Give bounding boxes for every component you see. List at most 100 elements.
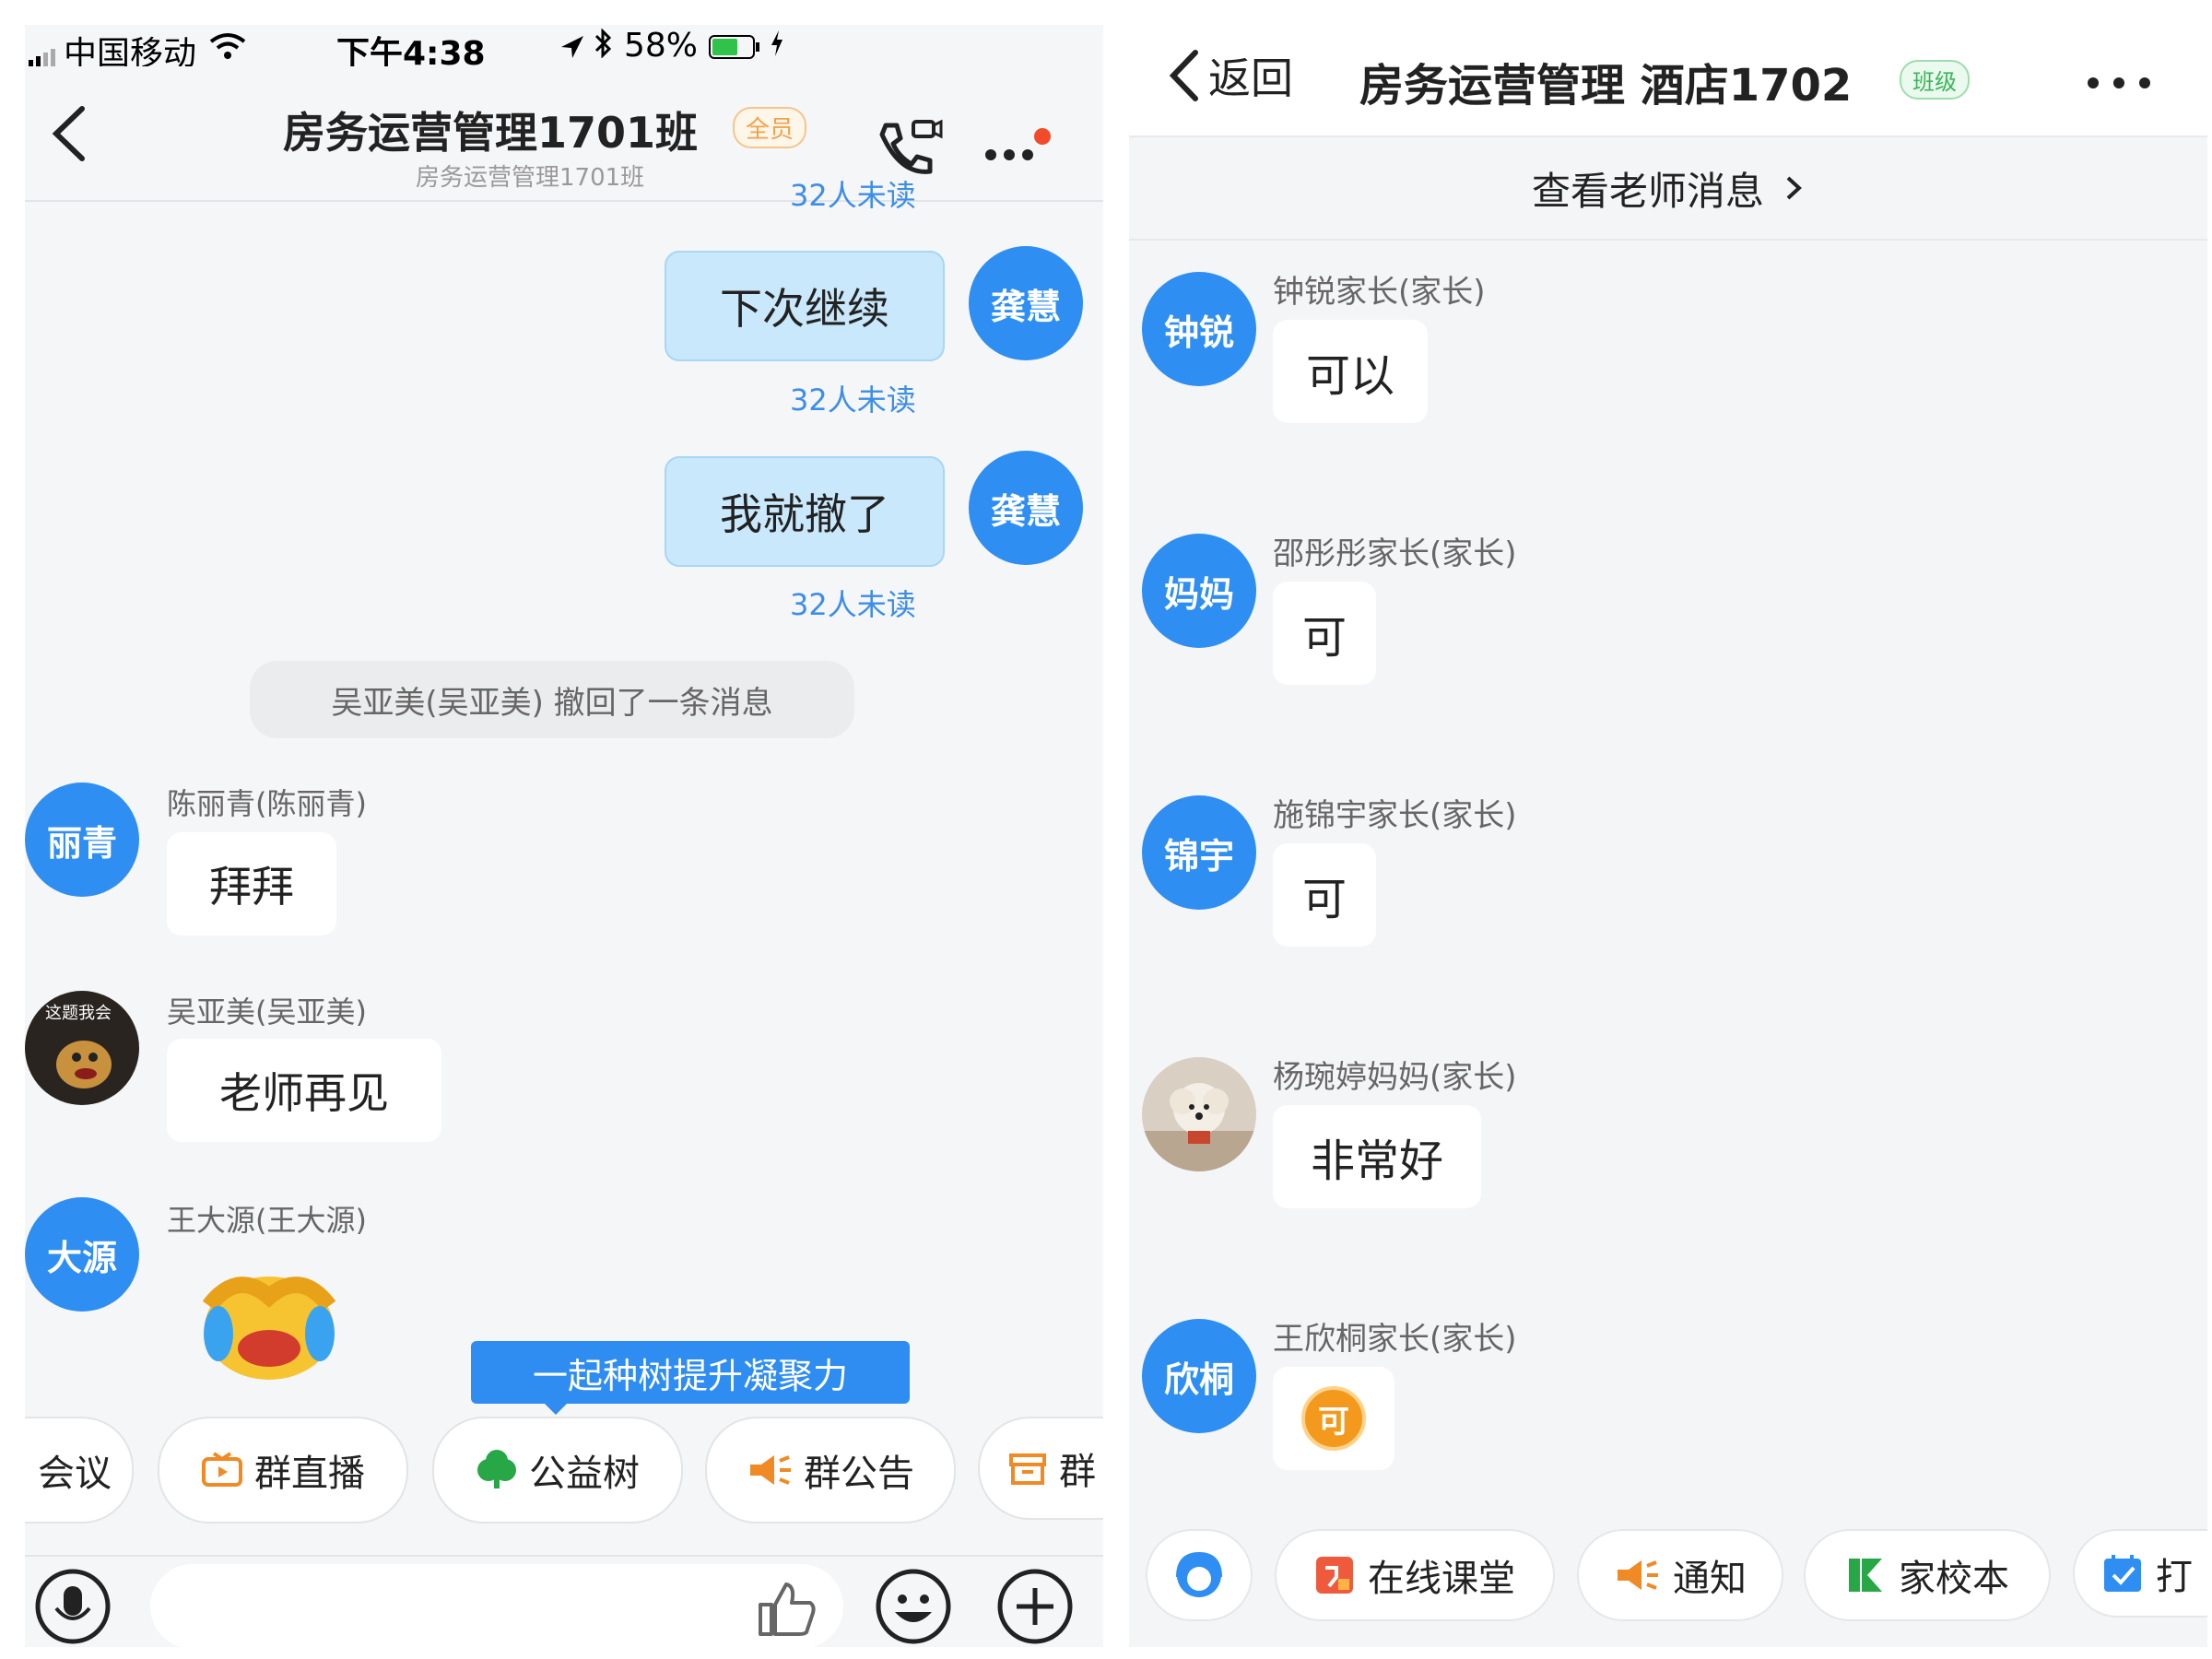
sender-avatar[interactable]: 丽青 (25, 782, 139, 897)
sender-name: 施锦宇家长(家长) (1273, 797, 1517, 834)
sender-name: 吴亚美(吴亚美) (167, 994, 367, 1030)
sender-name: 钟锐家长(家长) (1273, 274, 1486, 311)
location-icon (559, 30, 585, 68)
sender-avatar[interactable]: 大源 (25, 1197, 139, 1312)
classroom-icon (1316, 1557, 1353, 1594)
top-unread-count[interactable]: 32人未读 (790, 172, 916, 215)
recall-notice: 吴亚美(吴亚美) 撤回了一条消息 (250, 661, 854, 738)
chevron-left-icon (52, 106, 85, 161)
right-chat-screen: 返回 房务运营管理 酒店1702 班级 查看老师消息 钟锐 钟锐家长(家长) 可… (1129, 25, 2207, 1647)
tool-checkin[interactable]: 打 (2073, 1529, 2207, 1618)
class-tag: 班级 (1900, 60, 1970, 100)
sender-avatar[interactable]: 这题我会 (25, 991, 139, 1105)
tool-label: 会议 (38, 1453, 112, 1495)
tool-group-more[interactable]: 群 (978, 1417, 1103, 1520)
microphone-icon (35, 1569, 111, 1644)
page-subtitle: 房务运营管理1701班 (416, 164, 645, 192)
tool-group-live[interactable]: 群直播 (158, 1417, 408, 1524)
tool-row: 在线课堂 通知 家校本 打 (1129, 1511, 2207, 1630)
tool-label: 在线课堂 (1368, 1558, 1515, 1600)
back-button[interactable] (43, 101, 99, 170)
my-avatar[interactable]: 龚慧 (969, 246, 1083, 360)
box-icon (1009, 1453, 1046, 1485)
tool-online-classroom[interactable]: 在线课堂 (1275, 1529, 1555, 1621)
tooltip-arrow (543, 1402, 569, 1415)
tool-group-notice[interactable]: 群公告 (705, 1417, 956, 1524)
unread-count[interactable]: 32人未读 (790, 582, 916, 624)
bluetooth-icon (593, 28, 613, 66)
calendar-check-icon (2104, 1555, 2141, 1592)
assistant-button[interactable] (1146, 1529, 1253, 1621)
sender-avatar[interactable]: 欣桐 (1142, 1319, 1256, 1433)
chat-header: 房务运营管理1701班 全员 房务运营管理1701班 (25, 66, 1103, 202)
message-bubble[interactable]: 可 (1273, 843, 1376, 947)
left-chat-screen: 中国移动 下午4:38 58% 房务运营管理1701班 全员 房务运营管理170… (25, 25, 1103, 1647)
avatar-caption: 这题我会 (45, 1004, 112, 1023)
unread-count[interactable]: 32人未读 (790, 377, 916, 419)
input-bar (25, 1555, 1103, 1647)
tool-label: 群公告 (804, 1453, 914, 1495)
battery-icon (709, 30, 762, 68)
more-button[interactable] (2084, 69, 2158, 100)
megaphone-icon (750, 1455, 791, 1485)
notebook-icon (1849, 1559, 1882, 1592)
plus-icon (997, 1569, 1073, 1644)
crying-laughing-emoji-icon[interactable] (200, 1269, 338, 1387)
tree-icon (477, 1450, 516, 1488)
chevron-right-icon (1786, 176, 1802, 200)
sender-avatar[interactable]: 妈妈 (1142, 534, 1256, 648)
message-bubble[interactable]: 非常好 (1273, 1105, 1481, 1208)
my-message-bubble[interactable]: 下次继续 (665, 251, 945, 361)
tool-label: 公益树 (529, 1453, 640, 1495)
chevron-left-icon (1169, 50, 1198, 101)
more-icon (2088, 77, 2150, 88)
tool-meeting[interactable]: 会议 (25, 1417, 134, 1524)
teacher-link-label: 查看老师消息 (1531, 168, 1764, 214)
message-input[interactable] (150, 1564, 843, 1647)
wifi-icon (209, 30, 246, 68)
sender-avatar[interactable]: 钟锐 (1142, 272, 1256, 386)
tool-label: 群 (1059, 1451, 1096, 1493)
battery-percent: 58% (624, 27, 699, 65)
emoji-button[interactable] (875, 1568, 952, 1647)
puppy-photo-icon (1142, 1057, 1256, 1171)
phone-call-icon (879, 119, 943, 174)
sender-name: 邵彤彤家长(家长) (1273, 535, 1517, 572)
tool-notice[interactable]: 通知 (1577, 1529, 1783, 1621)
tool-charity-tree[interactable]: 公益树 (432, 1417, 683, 1524)
message-bubble[interactable]: 老师再见 (167, 1039, 441, 1142)
status-bar: 中国移动 下午4:38 58% (25, 25, 1103, 73)
my-avatar[interactable]: 龚慧 (969, 451, 1083, 565)
add-button[interactable] (996, 1568, 1074, 1647)
tool-label: 打 (2156, 1556, 2193, 1598)
charging-icon (770, 29, 784, 66)
assistant-icon (1176, 1551, 1222, 1597)
teacher-message-link[interactable]: 查看老师消息 (1129, 135, 2207, 241)
sender-name: 王大源(王大源) (167, 1203, 367, 1238)
ok-sticker-icon: 可 (1301, 1386, 1366, 1451)
message-bubble[interactable]: 可 (1273, 1367, 1394, 1470)
voice-button[interactable] (34, 1568, 112, 1647)
tool-homework-book[interactable]: 家校本 (1804, 1529, 2051, 1621)
sender-avatar[interactable]: 锦宇 (1142, 795, 1256, 910)
message-bubble[interactable]: 可以 (1273, 320, 1428, 423)
page-title: 房务运营管理1701班 (283, 108, 699, 158)
more-icon (985, 128, 1051, 160)
tree-tooltip[interactable]: 一起种树提升凝聚力 (471, 1341, 910, 1404)
tool-label: 群直播 (254, 1453, 365, 1495)
tv-icon (202, 1452, 242, 1487)
back-label: 返回 (1208, 53, 1293, 103)
back-button[interactable]: 返回 (1166, 43, 1293, 108)
sender-name: 陈丽青(陈丽青) (167, 786, 367, 821)
sender-avatar[interactable] (1142, 1057, 1256, 1171)
message-bubble[interactable]: 拜拜 (167, 832, 336, 935)
message-bubble[interactable]: 可 (1273, 582, 1376, 685)
like-button[interactable] (753, 1579, 818, 1641)
tool-label: 通知 (1673, 1558, 1747, 1600)
smiley-icon (876, 1569, 951, 1644)
thumbs-up-icon (759, 1583, 816, 1636)
my-message-bubble[interactable]: 我就撤了 (665, 456, 945, 567)
more-button[interactable] (980, 116, 1053, 175)
tool-label: 家校本 (1899, 1558, 2009, 1600)
page-title: 房务运营管理 酒店1702 (1359, 60, 1853, 112)
